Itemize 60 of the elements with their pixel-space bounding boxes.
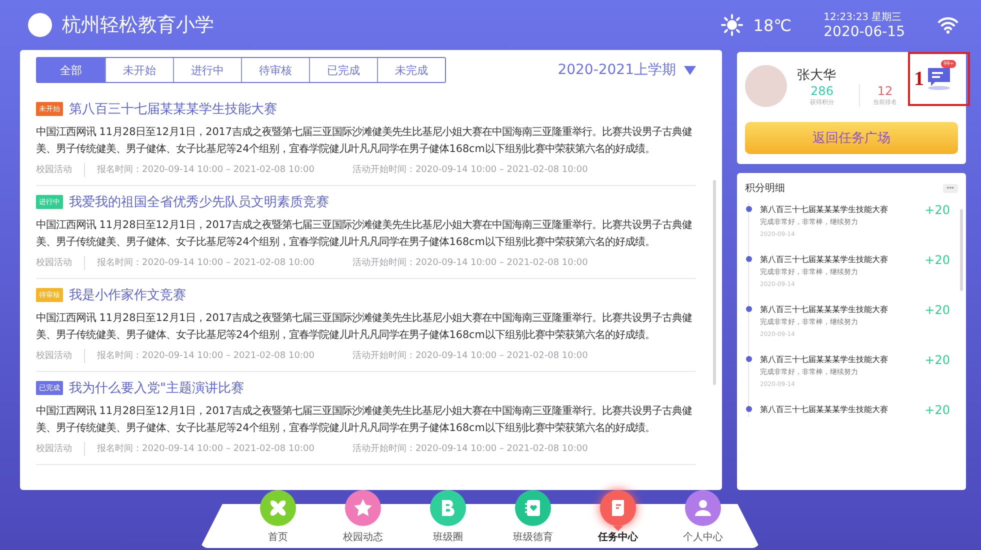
task-category: 校园活动 [36,163,85,177]
nav-item[interactable]: 校园动态 [334,490,392,544]
date: 2020-06-15 [824,24,905,40]
timeline-dot [746,306,752,312]
signup-time: 报名时间：2020-09-14 10:00 – 2021-02-08 10:00 [97,164,314,177]
start-time: 活动开始时间：2020-09-14 10:00 – 2021-02-08 10:00 [352,350,588,363]
task-description: 中国江西网讯 11月28日至12月1日，2017吉成之夜暨第七届三亚国际沙滩健美先生比基尼小姐大赛在中国海南三亚隆重举行。比赛共设男子古典健美、男子传统健美、男子健体、女子比基尼等24个组别，宜春学院健儿叶凡凡同学在男子健体168cm以下组别比赛中荣获第六名的好成绩。 [36,404,694,436]
entry-title: 第八百三十七届某某某学生技能大赛 [760,254,889,266]
caret-down-icon [684,66,696,74]
signup-time: 报名时间：2020-09-14 10:00 – 2021-02-08 10:00 [97,350,314,363]
nav-item[interactable]: 班级圈 [419,490,477,544]
entry-title: 第八百三十七届某某某学生技能大赛 [760,204,889,216]
points-value: 286 [810,84,834,98]
school-name: 杭州轻松教育小学 [62,13,214,38]
user-name: 张大华 [797,66,837,84]
entry-title: 第八百三十七届某某某学生技能大赛 [760,304,889,316]
annotation-number: 1 [914,68,924,91]
signup-time: 报名时间：2020-09-14 10:00 – 2021-02-08 10:00 [97,256,314,270]
entry-title: 第八百三十七届某某某学生技能大赛 [760,404,889,416]
points-gain: +20 [924,203,951,219]
task-description: 中国江西网讯 11月28日至12月1日，2017吉成之夜暨第七届三亚国际沙滩健美先生比基尼小姐大赛在中国海南三亚隆重举行。比赛共设男子古典健美、男子传统健美、男子健体、女子比基尼等24个组别，宜春学院健儿叶凡凡同学在男子健体168cm以下组别比赛中荣获第六名的好成绩。 [36,311,694,343]
start-time: 活动开始时间：2020-09-14 10:00 – 2021-02-08 10:00 [352,164,588,177]
sun-icon [721,14,744,36]
timeline-dot [746,256,752,262]
points-gain: +20 [924,353,951,369]
entry-title: 第八百三十七届某某某学生技能大赛 [760,354,889,366]
task-title[interactable]: 我爱我的祖国全省优秀少先队员文明素质竞赛 [69,193,329,211]
nav-item[interactable]: 首页 [249,490,307,544]
nav-item[interactable]: 班级德育 [504,490,562,544]
timeline-dot [746,356,752,362]
timeline-dot [746,206,752,212]
task-title[interactable]: 我是小作家作文竞赛 [69,286,186,304]
rank-value: 12 [877,84,893,98]
points-gain: +20 [924,253,951,269]
filter-tab[interactable]: 全部 [37,58,105,82]
avatar-placeholder [745,65,787,107]
nav-item[interactable]: 任务中心 [589,490,647,544]
clock-time: 12:23:23 星期三 [824,10,902,24]
timeline-dot [746,406,752,412]
task-category: 校园活动 [36,256,85,270]
logo-circle [28,13,52,37]
wifi-icon [937,16,959,34]
annotation-box [908,52,970,106]
start-time: 活动开始时间：2020-09-14 10:00 – 2021-02-08 10:00 [352,256,588,270]
semester-dropdown[interactable]: 2020-2021上学期 [558,61,696,79]
start-time: 活动开始时间：2020-09-14 10:00 – 2021-02-08 10:00 [352,442,588,456]
filter-tab[interactable]: 未完成 [377,58,445,82]
points-gain: +20 [924,403,951,417]
points-gain: +20 [924,303,951,319]
task-title[interactable]: 我为什么要入党"主题演讲比赛 [69,379,244,397]
task-description: 中国江西网讯 11月28日至12月1日，2017吉成之夜暨第七届三亚国际沙滩健美先生比基尼小姐大赛在中国海南三亚隆重举行。比赛共设男子古典健美、男子传统健美、男子健体、女子比基尼等24个组别，宜春学院健儿叶凡凡同学在男子健体168cm以下组别比赛中荣获第六名的好成绩。 [36,125,694,157]
task-category: 校园活动 [36,442,85,456]
temperature: 18℃ [753,16,792,34]
task-title[interactable]: 第八百三十七届某某某学生技能大赛 [69,100,277,118]
task-description: 中国江西网讯 11月28日至12月1日，2017吉成之夜暨第七届三亚国际沙滩健美先生比基尼小姐大赛在中国海南三亚隆重举行。比赛共设男子古典健美、男子传统健美、男子健体、女子比基尼等24个组别，宜春学院健儿叶凡凡同学在男子健体168cm以下组别比赛中荣获第六名的好成绩。 [36,218,694,250]
section-title: 积分明细 [745,182,785,195]
signup-time: 报名时间：2020-09-14 10:00 – 2021-02-08 10:00 [97,442,314,456]
nav-item[interactable]: 个人中心 [674,490,732,544]
return-button[interactable]: 返回任务广场 [745,122,958,154]
task-category: 校园活动 [36,349,85,363]
